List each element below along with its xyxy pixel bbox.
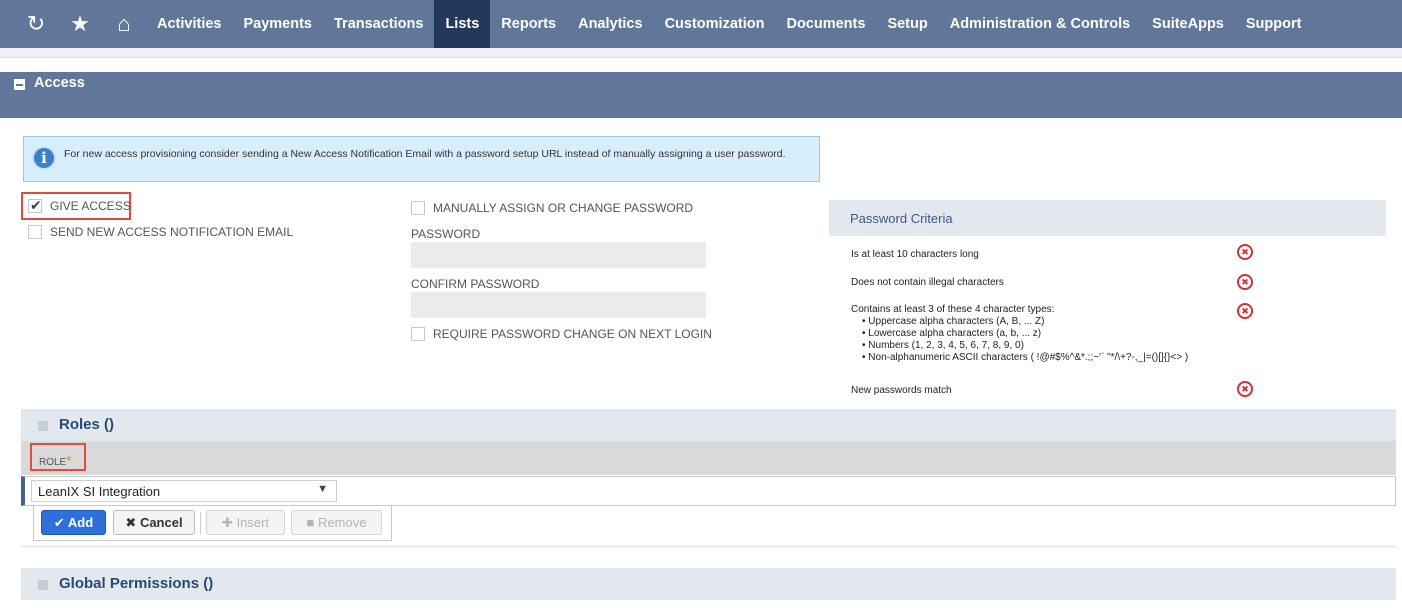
criteria-length: Is at least 10 characters long (851, 249, 979, 260)
criteria-numbers: • Numbers (1, 2, 3, 4, 5, 6, 7, 8, 9, 0) (862, 340, 1024, 351)
info-banner-text: For new access provisioning consider sen… (64, 148, 786, 160)
sub-navigation-bar (0, 48, 1402, 58)
global-permissions-section-header: Global Permissions () (21, 568, 1396, 600)
require-change-checkbox[interactable] (411, 327, 425, 341)
x-circle-icon: ✖ (1237, 381, 1253, 397)
collapse-icon[interactable] (14, 79, 25, 90)
password-input[interactable] (411, 242, 706, 268)
add-button-label: Add (67, 515, 94, 530)
send-notification-checkbox[interactable] (28, 225, 42, 239)
nav-support[interactable]: Support (1235, 0, 1313, 48)
criteria-lowercase: • Lowercase alpha characters (a, b, ... … (862, 328, 1042, 339)
manual-password-checkbox[interactable] (411, 201, 425, 215)
check-icon: ✔ (53, 515, 65, 530)
criteria-non-alphanumeric: • Non-alphanumeric ASCII characters ( !@… (862, 352, 1189, 363)
give-access-label: GIVE ACCESS (50, 199, 131, 213)
nav-setup[interactable]: Setup (876, 0, 938, 48)
criteria-illegal-chars: Does not contain illegal characters (851, 277, 1004, 288)
plus-icon: ✚ (221, 515, 233, 530)
x-circle-icon: ✖ (1237, 303, 1253, 319)
confirm-password-input[interactable] (411, 292, 706, 318)
give-access-checkbox[interactable] (28, 197, 42, 214)
nav-activities[interactable]: Activities (146, 0, 232, 48)
nav-analytics[interactable]: Analytics (567, 0, 653, 48)
criteria-char-types: Contains at least 3 of these 4 character… (851, 304, 1055, 315)
manual-password-label: MANUALLY ASSIGN OR CHANGE PASSWORD (433, 201, 694, 215)
close-icon: ✖ (125, 515, 137, 530)
button-separator (200, 512, 201, 534)
nav-customization[interactable]: Customization (654, 0, 776, 48)
star-icon[interactable]: ★ (58, 11, 102, 37)
section-divider (21, 545, 1396, 548)
nav-suiteapps[interactable]: SuiteApps (1141, 0, 1235, 48)
confirm-password-label: CONFIRM PASSWORD (411, 277, 540, 291)
criteria-uppercase: • Uppercase alpha characters (A, B, ... … (862, 316, 1045, 327)
recent-icon[interactable]: ↻ (14, 11, 58, 37)
roles-section-title: Roles () (59, 416, 115, 433)
send-notification-checkbox-row[interactable]: SEND NEW ACCESS NOTIFICATION EMAIL (28, 225, 293, 239)
nav-lists[interactable]: Lists (434, 0, 491, 48)
nav-transactions[interactable]: Transactions (323, 0, 434, 48)
chevron-down-icon[interactable]: ▼ (317, 483, 328, 495)
role-column-header (21, 441, 1396, 475)
global-permissions-title: Global Permissions () (59, 575, 214, 592)
nav-documents[interactable]: Documents (775, 0, 876, 48)
role-column-label: ROLE* (39, 453, 71, 468)
nav-administration-controls[interactable]: Administration & Controls (939, 0, 1141, 48)
give-access-checkbox-row[interactable]: GIVE ACCESS (28, 197, 131, 214)
password-label: PASSWORD (411, 227, 481, 241)
top-navigation: ↻ ★ ⌂ Activities Payments Transactions L… (0, 0, 1402, 48)
collapse-icon[interactable] (38, 580, 48, 590)
require-change-label: REQUIRE PASSWORD CHANGE ON NEXT LOGIN (433, 327, 712, 341)
role-select-value: LeanIX SI Integration (38, 484, 161, 499)
roles-section-header: Roles () (21, 409, 1396, 441)
info-banner: i For new access provisioning consider s… (23, 136, 820, 182)
require-change-checkbox-row[interactable]: REQUIRE PASSWORD CHANGE ON NEXT LOGIN (411, 327, 712, 341)
nav-payments[interactable]: Payments (232, 0, 323, 48)
x-circle-icon: ✖ (1237, 244, 1253, 260)
send-notification-label: SEND NEW ACCESS NOTIFICATION EMAIL (50, 225, 294, 239)
access-section-title: Access (34, 75, 85, 91)
collapse-icon[interactable] (38, 421, 48, 431)
manual-password-checkbox-row[interactable]: MANUALLY ASSIGN OR CHANGE PASSWORD (411, 201, 693, 215)
criteria-passwords-match: New passwords match (851, 385, 952, 396)
required-marker: * (66, 453, 72, 468)
x-circle-icon: ✖ (1237, 274, 1253, 290)
add-button[interactable]: ✔ Add (41, 510, 106, 535)
password-criteria-title: Password Criteria (850, 211, 953, 226)
password-criteria-header: Password Criteria (829, 200, 1386, 236)
insert-button-label: Insert (236, 515, 270, 530)
cancel-button-label: Cancel (139, 515, 183, 530)
remove-button[interactable]: ■ Remove (291, 510, 382, 535)
home-icon[interactable]: ⌂ (102, 11, 146, 37)
role-select[interactable]: LeanIX SI Integration ▼ (31, 480, 337, 502)
cancel-button[interactable]: ✖ Cancel (113, 510, 195, 535)
trash-icon: ■ (306, 515, 315, 530)
nav-reports[interactable]: Reports (490, 0, 567, 48)
remove-button-label: Remove (318, 515, 367, 530)
role-label-text: ROLE (39, 457, 67, 468)
insert-button[interactable]: ✚ Insert (206, 510, 285, 535)
info-icon: i (32, 146, 56, 170)
access-section-header: Access (0, 72, 1402, 118)
